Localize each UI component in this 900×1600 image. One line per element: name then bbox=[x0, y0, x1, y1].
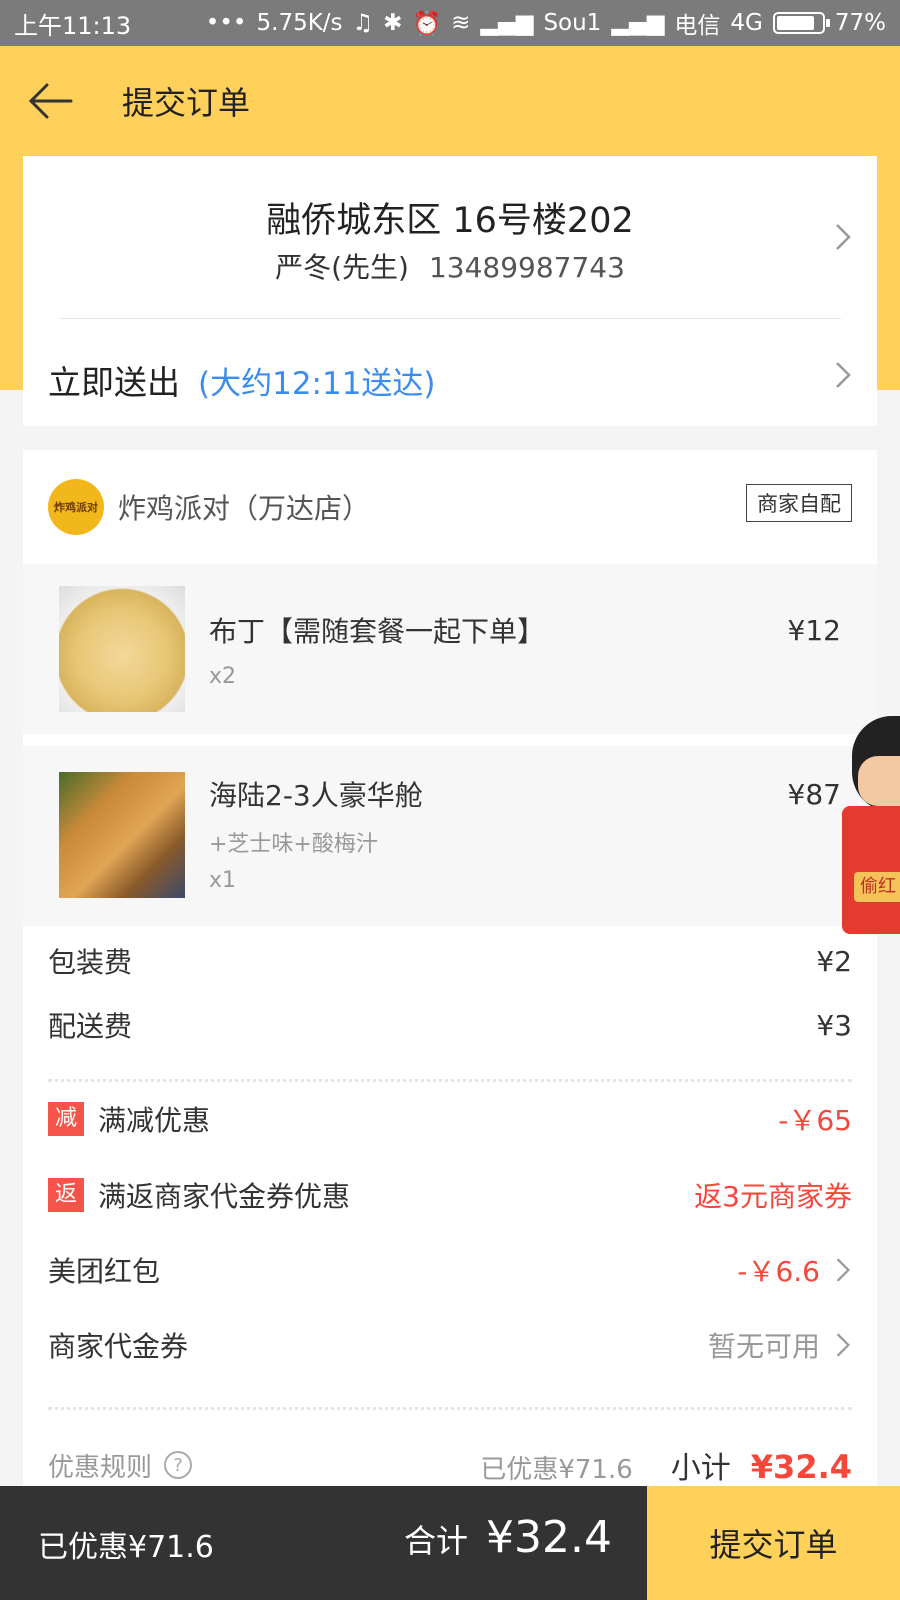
dotted-divider bbox=[48, 1079, 852, 1082]
item-qty: x2 bbox=[209, 664, 237, 689]
network-speed: 5.75K/s bbox=[256, 10, 343, 36]
chevron-right-icon[interactable] bbox=[833, 222, 853, 252]
item-qty: x1 bbox=[209, 868, 237, 893]
signal-icon-2: ▂▄▆ bbox=[611, 10, 665, 36]
total: 合计 ¥32.4 bbox=[404, 1512, 612, 1563]
subtotal-label: 小计 bbox=[670, 1451, 731, 1486]
back-button[interactable] bbox=[0, 46, 100, 156]
title-bar: 提交订单 bbox=[0, 46, 900, 156]
subtotal: 已优惠¥71.6 小计 ¥32.4 bbox=[480, 1443, 852, 1487]
discount-label: 满减优惠 bbox=[98, 1104, 211, 1137]
discount-value: -￥6.6 bbox=[737, 1255, 820, 1288]
total-value: ¥32.4 bbox=[486, 1512, 612, 1563]
item-image-pudding bbox=[59, 586, 185, 712]
order-item: 布丁【需随套餐一起下单】 x2 ¥12 bbox=[23, 564, 877, 734]
fee-label: 包装费 bbox=[48, 946, 133, 979]
fee-label: 配送费 bbox=[48, 1010, 133, 1043]
total-label: 合计 bbox=[404, 1522, 469, 1560]
return-badge: 返 bbox=[48, 1178, 84, 1212]
discounted-amount: 已优惠¥71.6 bbox=[480, 1455, 633, 1485]
red-packet-float-button[interactable]: 偷红 bbox=[842, 806, 900, 934]
discount-rules-link[interactable]: 优惠规则 ? bbox=[48, 1447, 193, 1484]
battery-icon bbox=[772, 12, 830, 34]
discount-value: 返3元商家券 bbox=[694, 1180, 852, 1213]
delivery-fee-row: 配送费 ¥3 bbox=[48, 1000, 852, 1050]
headphone-icon: ♫ bbox=[352, 10, 374, 36]
rules-label: 优惠规则 bbox=[48, 1452, 153, 1483]
discount-value: 暂无可用 bbox=[707, 1330, 820, 1363]
carrier-2: 电信 bbox=[674, 13, 721, 39]
status-time: 上午11:13 bbox=[14, 11, 132, 40]
address-contact: 严冬(先生) 13489987743 bbox=[23, 246, 877, 286]
item-price: ¥87 bbox=[787, 778, 841, 811]
redpacket-row[interactable]: 美团红包 -￥6.6 bbox=[48, 1245, 852, 1295]
signal-icon: ▂▄▆ bbox=[480, 10, 534, 36]
bluetooth-icon: ✱ bbox=[383, 10, 403, 36]
shop-name: 炸鸡派对（万达店） bbox=[118, 492, 371, 525]
voucher-back-row: 返满返商家代金券优惠 返3元商家券 bbox=[48, 1170, 852, 1220]
delivery-eta: (大约12:11送达) bbox=[198, 366, 436, 402]
alarm-icon: ⏰ bbox=[412, 10, 442, 37]
address-card: 融侨城东区 16号楼202 严冬(先生) 13489987743 立即送出 (大约1… bbox=[23, 156, 877, 426]
discount-value: -￥65 bbox=[778, 1104, 852, 1137]
discount-label: 满返商家代金券优惠 bbox=[98, 1180, 351, 1213]
merchant-voucher-row[interactable]: 商家代金券 暂无可用 bbox=[48, 1320, 852, 1370]
delivery-type-badge: 商家自配 bbox=[746, 484, 852, 522]
discount-label: 商家代金券 bbox=[48, 1330, 189, 1363]
chevron-right-icon bbox=[836, 1333, 850, 1357]
status-bar: 上午11:13 ••• 5.75K/s ♫ ✱ ⏰ ≋ ▂▄▆ Sou1 ▂▄▆… bbox=[0, 0, 900, 46]
full-reduce-row: 减满减优惠 -￥65 bbox=[48, 1094, 852, 1144]
status-indicators: ••• 5.75K/s ♫ ✱ ⏰ ≋ ▂▄▆ Sou1 ▂▄▆ 电信 4G 7… bbox=[206, 6, 886, 40]
chevron-right-icon bbox=[836, 1258, 850, 1282]
delivery-label: 立即送出 bbox=[48, 363, 180, 402]
item-price: ¥12 bbox=[787, 614, 841, 647]
order-card: 炸鸡派对 炸鸡派对（万达店） 商家自配 布丁【需随套餐一起下单】 x2 ¥12 … bbox=[23, 450, 877, 1510]
arrow-left-icon bbox=[28, 83, 73, 119]
dotted-divider bbox=[48, 1407, 852, 1410]
saved-amount: 已优惠¥71.6 bbox=[38, 1530, 214, 1565]
more-dots-icon: ••• bbox=[205, 10, 247, 36]
reduce-badge: 减 bbox=[48, 1102, 84, 1136]
subtotal-value: ¥32.4 bbox=[750, 1448, 852, 1486]
network-type: 4G bbox=[730, 10, 763, 36]
address-location: 融侨城东区 16号楼202 bbox=[266, 201, 634, 241]
item-name: 海陆2-3人豪华舱 bbox=[209, 779, 423, 812]
item-name: 布丁【需随套餐一起下单】 bbox=[209, 615, 546, 648]
summary-row: 优惠规则 ? 已优惠¥71.6 小计 ¥32.4 bbox=[48, 1440, 852, 1490]
item-image-combo bbox=[59, 772, 185, 898]
contact-name: 严冬(先生) bbox=[275, 251, 409, 284]
packaging-fee-row: 包装费 ¥2 bbox=[48, 936, 852, 986]
discount-label: 美团红包 bbox=[48, 1255, 161, 1288]
contact-phone: 13489987743 bbox=[428, 251, 625, 284]
delivery-time: 立即送出 (大约12:11送达) bbox=[48, 356, 436, 404]
help-icon: ? bbox=[164, 1451, 193, 1479]
battery-percent: 77% bbox=[834, 10, 886, 36]
item-options: +芝士味+酸梅汁 bbox=[209, 832, 378, 857]
shop-header: 炸鸡派对 炸鸡派对（万达店） 商家自配 bbox=[23, 450, 877, 564]
chevron-right-icon[interactable] bbox=[833, 360, 853, 390]
page-title: 提交订单 bbox=[122, 84, 251, 122]
red-packet-label: 偷红 bbox=[854, 872, 900, 902]
fee-value: ¥2 bbox=[816, 944, 852, 978]
carrier-1: Sou1 bbox=[543, 10, 602, 36]
order-item: 海陆2-3人豪华舱 +芝士味+酸梅汁 x1 ¥87 bbox=[23, 746, 877, 926]
divider bbox=[59, 318, 841, 319]
submit-order-button[interactable]: 提交订单 bbox=[647, 1486, 900, 1600]
bottom-bar: 已优惠¥71.6 合计 ¥32.4 提交订单 bbox=[0, 1486, 900, 1600]
shop-logo: 炸鸡派对 bbox=[48, 479, 104, 535]
fee-value: ¥3 bbox=[816, 1008, 852, 1042]
wifi-icon: ≋ bbox=[451, 10, 471, 36]
